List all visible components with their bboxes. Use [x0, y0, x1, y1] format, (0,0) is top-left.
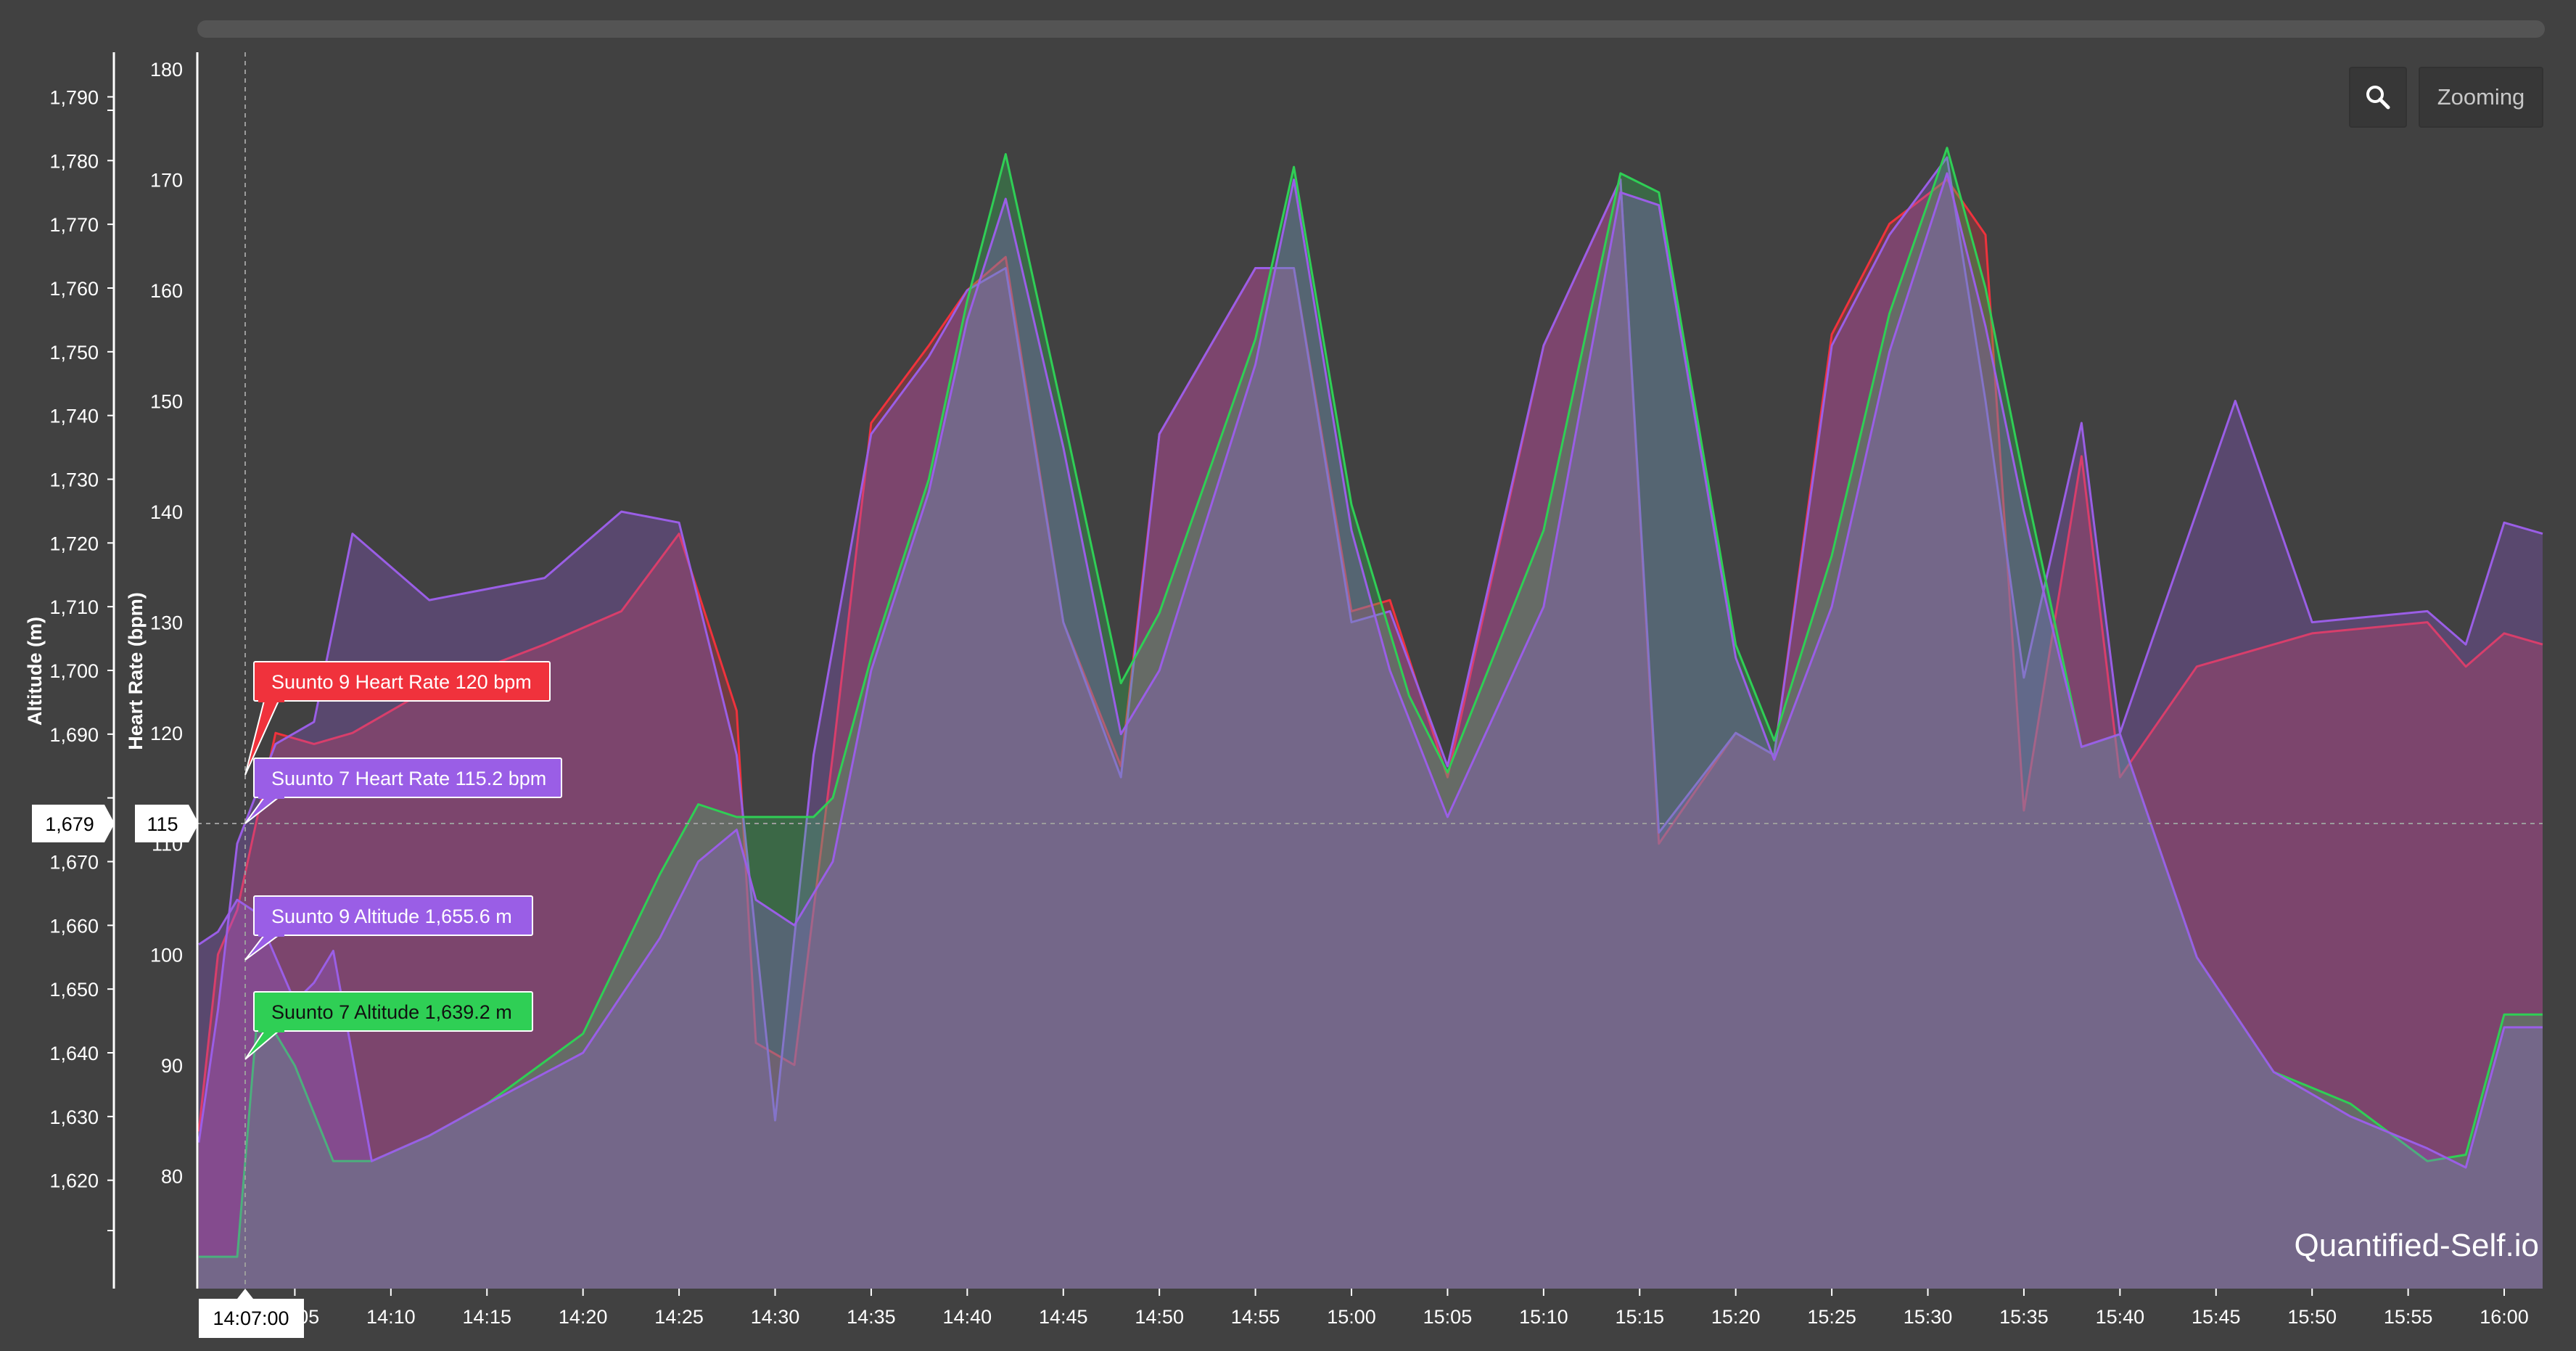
time-tick-label: 15:55: [2384, 1306, 2433, 1328]
time-tick-label: 14:55: [1231, 1306, 1280, 1328]
heart-rate-tick-label: 150: [150, 391, 183, 413]
heart-rate-tick-label: 140: [150, 501, 183, 523]
altitude-tick-label: 1,670: [49, 852, 99, 874]
altitude-tick-label: 1,620: [49, 1170, 99, 1192]
time-tick-label: 14:40: [943, 1306, 992, 1328]
time-tick-label: 15:00: [1327, 1306, 1376, 1328]
time-tick-label: 14:15: [462, 1306, 511, 1328]
time-tick-label: 14:45: [1039, 1306, 1088, 1328]
time-tick-label: 14:35: [847, 1306, 896, 1328]
cursor-heart-rate-value: 115: [147, 813, 178, 835]
time-tick-label: 15:10: [1519, 1306, 1568, 1328]
time-tick-label: 15:15: [1615, 1306, 1664, 1328]
heart-rate-tick-label: 180: [150, 59, 183, 81]
heart-rate-tick-label: 90: [161, 1055, 183, 1077]
heart-rate-tick-label: 80: [161, 1165, 183, 1187]
altitude-tick-label: 1,690: [49, 724, 99, 746]
altitude-tick-label: 1,780: [49, 150, 99, 172]
heart-rate-tick-label: 160: [150, 280, 183, 302]
time-tick-label: 14:25: [654, 1306, 704, 1328]
tooltip-text: Suunto 7 Altitude 1,639.2 m: [271, 1001, 512, 1023]
time-tick-label: 14:10: [366, 1306, 416, 1328]
tooltip-text: Suunto 7 Heart Rate 115.2 bpm: [271, 768, 546, 789]
tooltip-text: Suunto 9 Altitude 1,655.6 m: [271, 906, 512, 927]
cursor-time-value: 14:07:00: [213, 1307, 289, 1329]
chart-canvas[interactable]: 1,620 1,630 1,640 1,650 1,660 1,670 1,690 1,700…: [0, 0, 2576, 1351]
time-tick-label: 15:05: [1423, 1306, 1473, 1328]
altitude-tick-label: 1,790: [49, 86, 99, 108]
cursor-time-label: 14:07:00: [199, 1289, 304, 1338]
time-tick-label: 15:45: [2192, 1306, 2241, 1328]
altitude-tick-label: 1,700: [49, 660, 99, 682]
magnifier-icon: [2366, 86, 2390, 110]
heart-rate-tick-label: 170: [150, 169, 183, 191]
altitude-tick-label: 1,650: [49, 979, 99, 1001]
altitude-tick-label: 1,760: [49, 278, 99, 300]
zoom-mode-label[interactable]: Zooming: [2419, 67, 2543, 128]
cursor-heart-rate-label: 115: [135, 805, 199, 842]
zoom-toggle-button[interactable]: [2349, 67, 2407, 128]
altitude-tick-label: 1,710: [49, 596, 99, 618]
altitude-tick-label: 1,640: [49, 1043, 99, 1064]
altitude-tick-label: 1,660: [49, 915, 99, 937]
series-areas: [197, 147, 2543, 1289]
altitude-tick-label: 1,740: [49, 406, 99, 427]
altitude-tick-label: 1,730: [49, 469, 99, 490]
heart-rate-tick-label: 130: [150, 612, 183, 634]
time-tick-label: 16:00: [2480, 1306, 2529, 1328]
altitude-tick-label: 1,720: [49, 533, 99, 554]
heart-rate-ticks: 8090100110120130140150160170180: [150, 59, 183, 1188]
altitude-axis-title: Altitude (m): [24, 617, 46, 726]
heart-rate-tick-label: 100: [150, 944, 183, 966]
heart-rate-tick-label: 120: [150, 723, 183, 744]
cursor-altitude-label: 1,679: [32, 805, 115, 842]
time-tick-label: 15:40: [2096, 1306, 2145, 1328]
time-tick-label: 15:50: [2287, 1306, 2337, 1328]
time-tick-label: 15:20: [1711, 1306, 1761, 1328]
altitude-tick-label: 1,630: [49, 1106, 99, 1128]
altitude-ticks: 1,620 1,630 1,640 1,650 1,660 1,670 1,690 1,700…: [49, 86, 114, 1231]
heart-rate-axis-title: Heart Rate (bpm): [125, 592, 147, 750]
altitude-tick-label: 1,750: [49, 342, 99, 364]
altitude-tick-label: 1,770: [49, 214, 99, 236]
time-tick-label: 14:30: [751, 1306, 800, 1328]
cursor-altitude-value: 1,679: [45, 813, 94, 835]
time-ticks: 14:0514:1014:1514:2014:2514:3014:3514:40…: [271, 1289, 2529, 1328]
watermark: Quantified-Self.io: [2294, 1228, 2539, 1263]
time-tick-label: 15:35: [1999, 1306, 2049, 1328]
time-tick-label: 14:20: [559, 1306, 608, 1328]
time-tick-label: 15:30: [1904, 1306, 1953, 1328]
time-tick-label: 14:50: [1135, 1306, 1184, 1328]
time-tick-label: 15:25: [1807, 1306, 1856, 1328]
tooltip-text: Suunto 9 Heart Rate 120 bpm: [271, 671, 532, 693]
